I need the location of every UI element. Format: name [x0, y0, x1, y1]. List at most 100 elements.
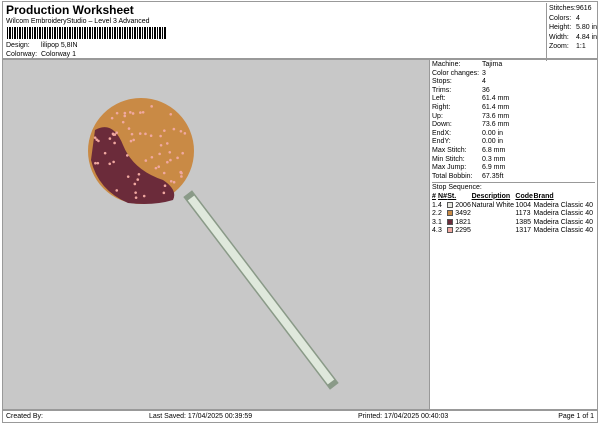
sprinkle: [180, 171, 183, 174]
info-label: Machine:: [432, 61, 482, 70]
info-value: 67.35ft: [482, 173, 503, 180]
color-swatch: [447, 202, 453, 208]
info-row: Color changes: 3: [432, 70, 595, 79]
sprinkle: [111, 117, 114, 120]
created-by: Created By:: [6, 413, 43, 420]
sprinkle: [170, 180, 173, 183]
stat-value: 9616: [576, 5, 592, 12]
sprinkle: [104, 152, 107, 155]
sprinkle: [109, 137, 112, 140]
thread-code: 1004: [515, 202, 533, 211]
stop-sequence: Stop Sequence: # N# St. Description Code Bran…: [432, 182, 595, 236]
sprinkle: [126, 154, 129, 157]
info-row: Max Jump: 6.9 mm: [432, 164, 595, 173]
sprinkle: [127, 175, 130, 178]
sprinkle: [128, 127, 131, 130]
table-row: 1. 4 2006 Natural White 1004 Madeira Classic …: [432, 202, 595, 211]
sprinkle: [135, 196, 138, 199]
sprinkle: [180, 130, 183, 133]
info-value: 6.8 mm: [482, 147, 505, 154]
stat-row: Width: 4.84 in: [549, 33, 599, 43]
stop-sequence-label: Stop Sequence:: [432, 184, 595, 193]
machine-info: Machine: Tajima Color changes: 3 Stops: 4 Trim…: [430, 59, 598, 410]
info-row: Machine: Tajima: [432, 61, 595, 70]
stat-row: Height: 5.80 in: [549, 23, 599, 33]
sprinkle: [166, 142, 169, 145]
sprinkle: [94, 136, 97, 139]
stat-label: Zoom:: [549, 42, 576, 52]
info-value: 36: [482, 87, 490, 94]
info-value: 61.4 mm: [482, 95, 509, 102]
info-value: Tajima: [482, 61, 502, 68]
description: [472, 219, 516, 228]
colorway-row: Colorway: Colorway 1: [6, 51, 76, 58]
stat-row: Colors: 4: [549, 14, 599, 24]
table-row: 2. 2 3492 1173 Madeira Classic 40: [432, 210, 595, 219]
info-label: Down:: [432, 121, 482, 130]
sprinkle: [115, 189, 118, 192]
stitch-count: 2295: [455, 227, 471, 234]
thread-code: 1317: [515, 227, 533, 236]
sprinkle: [180, 175, 183, 178]
sprinkle: [97, 162, 100, 165]
info-value: 0.3 mm: [482, 156, 505, 163]
column-header: St.: [447, 193, 471, 202]
sprinkle: [160, 144, 163, 147]
description: [472, 210, 516, 219]
info-label: Color changes:: [432, 70, 482, 79]
sprinkle: [159, 135, 162, 138]
sprinkle: [115, 131, 118, 134]
lollipop-stick: [191, 198, 331, 382]
sprinkle: [163, 172, 166, 175]
info-label: Total Bobbin:: [432, 173, 482, 182]
sprinkle: [158, 153, 161, 156]
sprinkle: [132, 139, 135, 142]
thread-brand: Madeira Classic 40: [533, 210, 595, 219]
stat-label: Width:: [549, 33, 576, 43]
info-label: EndY:: [432, 138, 482, 147]
description: Natural White: [472, 202, 516, 211]
sprinkle: [163, 129, 166, 132]
info-row: EndX: 0.00 in: [432, 130, 595, 139]
sprinkle: [151, 156, 154, 159]
sprinkle: [116, 112, 119, 115]
needle-number: 4: [438, 202, 447, 211]
sprinkle: [145, 159, 148, 162]
software-name: Wilcom EmbroideryStudio – Level 3 Advanc…: [6, 18, 150, 25]
stat-label: Colors:: [549, 14, 576, 24]
sprinkle: [112, 133, 115, 136]
info-label: Up:: [432, 113, 482, 122]
info-label: Right:: [432, 104, 482, 113]
info-label: Left:: [432, 95, 482, 104]
column-header: Description: [472, 193, 516, 202]
info-row: EndY: 0.00 in: [432, 138, 595, 147]
info-label: Min Stitch:: [432, 156, 482, 165]
sprinkle: [122, 121, 125, 124]
info-row: Trims: 36: [432, 87, 595, 96]
design-label: Design:: [6, 42, 41, 49]
color-swatch: [447, 227, 453, 233]
sprinkle: [150, 134, 153, 137]
sprinkle: [129, 111, 132, 114]
thread-brand: Madeira Classic 40: [533, 227, 595, 236]
colorway-name: Colorway 1: [41, 51, 76, 58]
sprinkle: [131, 133, 134, 136]
sprinkle: [130, 140, 133, 143]
info-row: Stops: 4: [432, 78, 595, 87]
sprinkle: [132, 112, 135, 115]
info-value: 0.00 in: [482, 138, 503, 145]
sprinkle: [164, 184, 167, 187]
stat-label: Stitches:: [549, 4, 576, 14]
sprinkle: [173, 181, 176, 184]
design-stats: Stitches:9616 Colors: 4 Height: 5.80 in Width…: [546, 3, 600, 61]
info-row: Left: 61.4 mm: [432, 95, 595, 104]
sprinkle: [176, 157, 179, 160]
info-row: Max Stitch: 6.8 mm: [432, 147, 595, 156]
stitch-count: 2006: [455, 202, 471, 209]
info-row: Down: 73.6 mm: [432, 121, 595, 130]
design-row: Design: lilipop 5,8IN: [6, 42, 78, 49]
info-label: EndX:: [432, 130, 482, 139]
info-value: 4: [482, 78, 486, 85]
info-row: Right: 61.4 mm: [432, 104, 595, 113]
needle-number: 2: [438, 210, 447, 219]
